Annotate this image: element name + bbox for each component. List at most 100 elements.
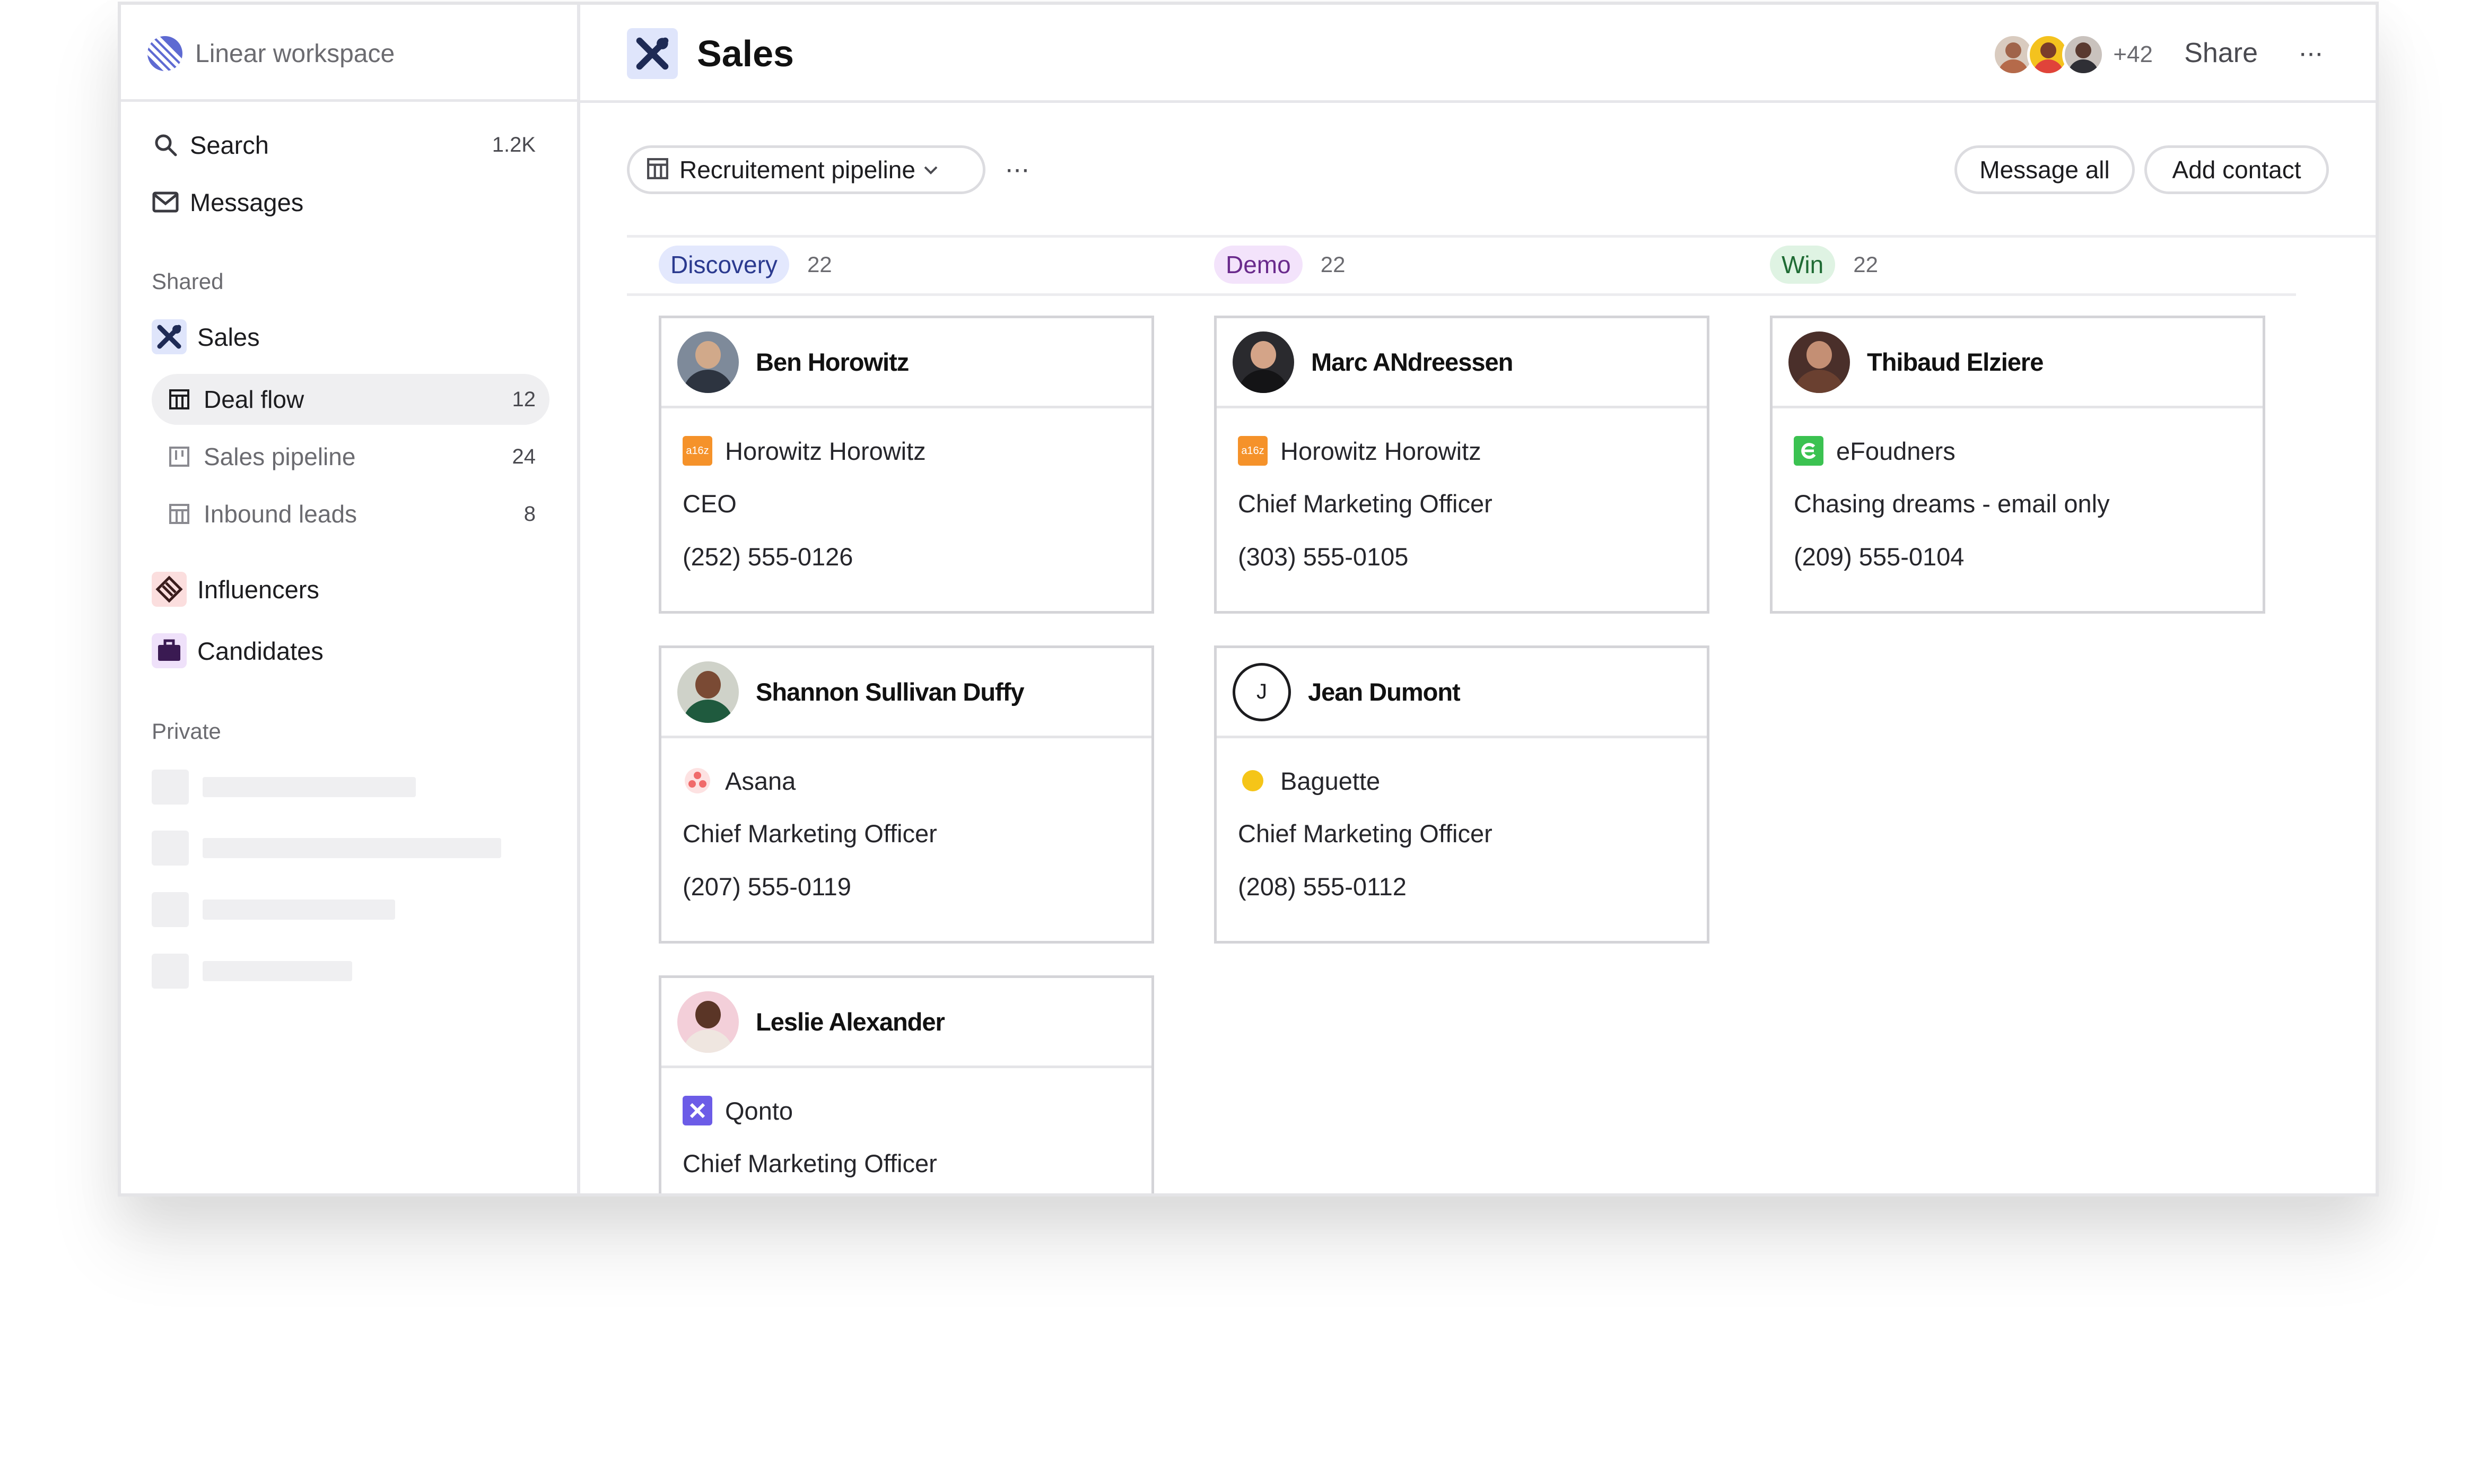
company-name: Qonto	[725, 1096, 793, 1125]
table-icon	[647, 158, 669, 182]
sales-tools-icon	[152, 319, 187, 354]
contact-role: Chief Marketing Officer	[1238, 819, 1492, 848]
sidebar: Linear workspace Search 1.2K Messages Sh…	[121, 5, 580, 1193]
sidebar-item-search[interactable]: Search 1.2K	[152, 119, 549, 170]
avatar	[1233, 331, 1294, 393]
members-more-count: +42	[2113, 41, 2153, 67]
linear-logo-icon	[147, 36, 182, 71]
contact-card[interactable]: Thibaud Elziere eFoudners Chasing dreams…	[1770, 316, 2265, 614]
placeholder-item	[152, 954, 352, 989]
column-header-divider	[627, 293, 2296, 296]
avatar	[677, 991, 739, 1053]
placeholder-item	[152, 770, 416, 805]
briefcase-icon	[152, 633, 187, 668]
avatar	[677, 661, 739, 723]
board-divider	[627, 235, 2376, 238]
a16z-icon: a16z	[683, 436, 712, 466]
column-header-demo[interactable]: Demo 22	[1214, 246, 1345, 284]
contact-name: Jean Dumont	[1308, 678, 1461, 706]
contact-role: Chief Marketing Officer	[683, 1149, 937, 1177]
contact-name: Leslie Alexander	[756, 1008, 945, 1036]
sidebar-item-inbound-leads[interactable]: Inbound leads 8	[152, 488, 549, 539]
sidebar-item-label: Search	[190, 130, 269, 159]
message-all-button[interactable]: Message all	[1954, 145, 2135, 194]
board-icon	[165, 443, 193, 470]
contact-name: Marc ANdreessen	[1311, 348, 1513, 376]
contact-role: Chief Marketing Officer	[1238, 490, 1492, 518]
contact-phone: (303) 555-0105	[1238, 543, 1409, 571]
sidebar-item-label: Candidates	[197, 636, 324, 665]
stage-tag: Win	[1770, 246, 1836, 284]
sidebar-item-label: Sales	[197, 322, 260, 351]
private-section-label: Private	[152, 719, 221, 744]
sidebar-item-label: Deal flow	[204, 386, 304, 413]
item-count: 24	[512, 444, 536, 468]
contact-role: CEO	[683, 490, 737, 518]
item-count: 12	[512, 387, 536, 411]
sidebar-item-label: Sales pipeline	[204, 443, 356, 470]
sidebar-item-candidates[interactable]: Candidates	[152, 625, 549, 676]
placeholder-item	[152, 831, 501, 866]
workspace-switcher[interactable]: Linear workspace	[147, 34, 395, 73]
app-window: Linear workspace Search 1.2K Messages Sh…	[118, 2, 2379, 1197]
sidebar-item-sales-pipeline[interactable]: Sales pipeline 24	[152, 431, 549, 482]
contact-name: Ben Horowitz	[756, 348, 909, 376]
search-count: 1.2K	[492, 133, 536, 156]
column-header-discovery[interactable]: Discovery 22	[659, 246, 832, 284]
stage-tag: Discovery	[659, 246, 789, 284]
members-avatars[interactable]: +42	[1992, 33, 2153, 76]
view-options-button[interactable]: ···	[1005, 148, 1030, 190]
column-count: 22	[807, 252, 832, 277]
share-button[interactable]: Share	[2184, 34, 2258, 72]
item-count: 8	[523, 502, 536, 526]
contact-phone: (208) 555-0112	[1238, 872, 1407, 901]
column-header-win[interactable]: Win 22	[1770, 246, 1878, 284]
contact-card[interactable]: Marc ANdreessen a16z Horowitz Horowitz Ch…	[1214, 316, 1709, 614]
company-name: Asana	[725, 766, 796, 795]
sidebar-item-influencers[interactable]: Influencers	[152, 564, 549, 615]
sales-tools-icon	[627, 28, 678, 79]
contact-phone: (207) 555-0119	[683, 872, 851, 901]
sidebar-item-deal-flow[interactable]: Deal flow 12	[152, 374, 549, 425]
view-label: Recruitement pipeline	[679, 156, 915, 184]
baguette-icon	[1238, 766, 1268, 796]
sidebar-item-sales[interactable]: Sales	[152, 311, 549, 362]
avatar	[2062, 33, 2105, 76]
placeholder-item	[152, 892, 395, 927]
qonto-icon	[683, 1096, 712, 1125]
search-icon	[152, 131, 179, 159]
influencers-icon	[152, 572, 187, 607]
sidebar-item-label: Messages	[190, 188, 304, 216]
contact-card[interactable]: Shannon Sullivan Duffy Asana Chief Marke…	[659, 645, 1154, 944]
contact-role: Chief Marketing Officer	[683, 819, 937, 848]
add-contact-label: Add contact	[2172, 156, 2301, 184]
contact-card[interactable]: Leslie Alexander Qonto Chief Marketing O…	[659, 975, 1154, 1193]
sidebar-item-label: Influencers	[197, 575, 319, 604]
sidebar-item-messages[interactable]: Messages	[152, 177, 549, 228]
contact-phone: (209) 555-0104	[1794, 543, 1965, 571]
contact-name: Shannon Sullivan Duffy	[756, 678, 1024, 706]
view-selector[interactable]: Recruitement pipeline	[627, 145, 985, 194]
table-icon	[165, 500, 193, 528]
column-count: 22	[1320, 252, 1346, 277]
main-content: Sales +42 Share ··· Recruitement pipelin…	[580, 5, 2376, 1193]
page-title: Sales	[697, 33, 794, 74]
chevron-down-icon	[923, 160, 939, 180]
contact-card[interactable]: J Jean Dumont Baguette Chief Marketing O…	[1214, 645, 1709, 944]
mail-icon	[152, 188, 179, 216]
column-count: 22	[1853, 252, 1878, 277]
table-icon	[165, 386, 193, 413]
asana-icon	[683, 766, 712, 796]
avatar	[677, 331, 739, 393]
add-contact-button[interactable]: Add contact	[2144, 145, 2329, 194]
sidebar-divider	[121, 99, 577, 102]
stage-tag: Demo	[1214, 246, 1303, 284]
contact-card[interactable]: Ben Horowitz a16z Horowitz Horowitz CEO (…	[659, 316, 1154, 614]
workspace-name: Linear workspace	[195, 39, 395, 68]
sidebar-item-label: Inbound leads	[204, 500, 357, 528]
avatar	[1788, 331, 1850, 393]
a16z-icon: a16z	[1238, 436, 1268, 466]
company-name: eFoudners	[1836, 437, 1956, 465]
company-name: Horowitz Horowitz	[725, 437, 926, 465]
more-options-button[interactable]: ···	[2298, 34, 2324, 72]
